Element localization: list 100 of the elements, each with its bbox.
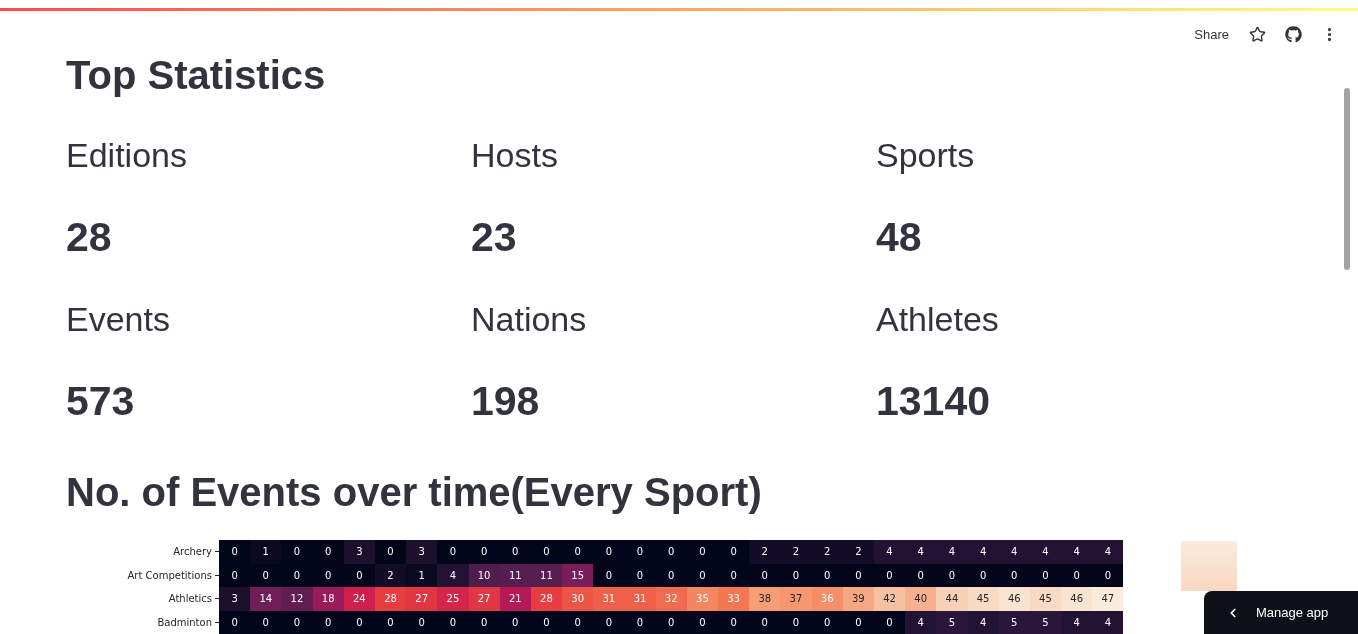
heatmap-cell: 2 — [749, 540, 781, 564]
heatmap-cell: 36 — [811, 587, 843, 611]
heatmap-cell: 27 — [406, 587, 438, 611]
heatmap-cell: 46 — [998, 587, 1030, 611]
scrollbar-thumb[interactable] — [1344, 88, 1350, 270]
heatmap-cell: 31 — [624, 587, 656, 611]
heatmap-cell: 0 — [219, 540, 251, 564]
stat-label: Events — [66, 299, 170, 340]
heatmap-cell: 2 — [842, 540, 874, 564]
heatmap-cell: 4 — [1092, 540, 1124, 564]
heatmap-cell: 0 — [1092, 563, 1124, 587]
heatmap-cell: 2 — [811, 540, 843, 564]
stat-label: Editions — [66, 135, 187, 176]
heatmap-cell: 0 — [250, 610, 282, 634]
heatmap-cell: 0 — [655, 540, 687, 564]
heatmap-cell: 0 — [562, 540, 594, 564]
heatmap-cell: 24 — [343, 587, 375, 611]
heatmap-cell: 0 — [562, 610, 594, 634]
share-button[interactable]: Share — [1190, 22, 1233, 46]
heatmap-cell: 0 — [718, 540, 750, 564]
heatmap-cell: 0 — [281, 563, 313, 587]
heatmap-cell: 42 — [873, 587, 906, 611]
heatmap-cell: 0 — [281, 540, 313, 564]
stat-value: 28 — [66, 213, 112, 262]
heatmap-cell: 40 — [905, 587, 937, 611]
heatmap-cell: 46 — [1061, 587, 1093, 611]
heatmap-cell: 3 — [406, 540, 438, 564]
heatmap-cell: 0 — [437, 610, 469, 634]
heatmap-cell: 0 — [374, 540, 407, 564]
heatmap-cell: 33 — [718, 587, 750, 611]
heatmap-cell: 4 — [873, 540, 906, 564]
stat-value: 13140 — [876, 377, 990, 426]
heatmap-cell: 4 — [1061, 540, 1093, 564]
section-title: No. of Events over time(Every Sport) — [66, 469, 763, 516]
heatmap-cell: 0 — [749, 563, 781, 587]
heatmap-cell: 4 — [1092, 610, 1124, 634]
stat-label: Athletes — [876, 299, 999, 340]
stat-value: 573 — [66, 377, 135, 426]
heatmap-cell: 4 — [998, 540, 1030, 564]
heatmap-cell: 1 — [406, 563, 438, 587]
heatmap-cell: 30 — [562, 587, 594, 611]
heatmap-cell: 44 — [936, 587, 968, 611]
heatmap-cell: 5 — [936, 610, 968, 634]
heatmap-cell: 4 — [1029, 540, 1062, 564]
heatmap-cell: 21 — [499, 587, 531, 611]
heatmap-cell: 0 — [624, 610, 656, 634]
heatmap-cell: 2 — [780, 540, 812, 564]
heatmap-cell: 0 — [905, 563, 937, 587]
heatmap-cell: 32 — [655, 587, 687, 611]
heatmap-cell: 0 — [406, 610, 438, 634]
stat-value: 198 — [471, 377, 540, 426]
stat-label: Hosts — [471, 135, 558, 176]
heatmap-cell: 1 — [250, 540, 282, 564]
star-icon[interactable] — [1248, 25, 1266, 43]
heatmap-cell: 4 — [1061, 610, 1093, 634]
stat-value: 23 — [471, 213, 517, 262]
heatmap-cell: 4 — [905, 540, 937, 564]
heatmap-cell: 0 — [749, 610, 781, 634]
heatmap-cell: 27 — [468, 587, 500, 611]
heatmap-cell: 18 — [312, 587, 344, 611]
heatmap-cell: 0 — [468, 540, 500, 564]
row-label: Art Competitions — [66, 563, 219, 587]
stat-value: 48 — [876, 213, 922, 262]
heatmap-cell: 47 — [1092, 587, 1124, 611]
heatmap-cell: 4 — [905, 610, 937, 634]
manage-app-button[interactable]: Manage app — [1204, 591, 1358, 634]
github-icon[interactable] — [1284, 25, 1302, 43]
heatmap-cell: 38 — [749, 587, 781, 611]
heatmap-cell: 0 — [281, 610, 313, 634]
heatmap-cell: 25 — [437, 587, 469, 611]
heatmap-cell: 4 — [936, 540, 968, 564]
heatmap-cell: 0 — [718, 610, 750, 634]
heatmap-cell: 28 — [374, 587, 407, 611]
row-label: Archery — [66, 540, 219, 564]
heatmap-cell: 45 — [1029, 587, 1062, 611]
heatmap-cell: 45 — [967, 587, 999, 611]
heatmap-cell: 12 — [281, 587, 313, 611]
heatmap-cell: 0 — [530, 540, 563, 564]
heatmap-cell: 28 — [530, 587, 563, 611]
heatmap-cell: 0 — [312, 540, 344, 564]
heatmap-cell: 0 — [250, 563, 282, 587]
heatmap-cell: 0 — [936, 563, 968, 587]
heatmap-cell: 4 — [967, 540, 999, 564]
heatmap-cell: 0 — [499, 540, 531, 564]
heatmap-cell: 39 — [842, 587, 874, 611]
heatmap-cell: 15 — [562, 563, 594, 587]
stat-label: Sports — [876, 135, 975, 176]
row-label: Badminton — [66, 610, 219, 634]
heatmap-cell: 0 — [593, 610, 625, 634]
heatmap-cell: 4 — [437, 563, 469, 587]
heatmap-cell: 0 — [1061, 563, 1093, 587]
heatmap-cell: 0 — [686, 540, 718, 564]
heatmap-cell: 0 — [593, 540, 625, 564]
page-title: Top Statistics — [66, 52, 327, 99]
colorbar — [1181, 541, 1238, 591]
heatmap-cell: 0 — [624, 563, 656, 587]
heatmap-cell: 31 — [593, 587, 625, 611]
heatmap-cell: 14 — [250, 587, 282, 611]
heatmap-cell: 37 — [780, 587, 812, 611]
heatmap-cell: 0 — [624, 540, 656, 564]
